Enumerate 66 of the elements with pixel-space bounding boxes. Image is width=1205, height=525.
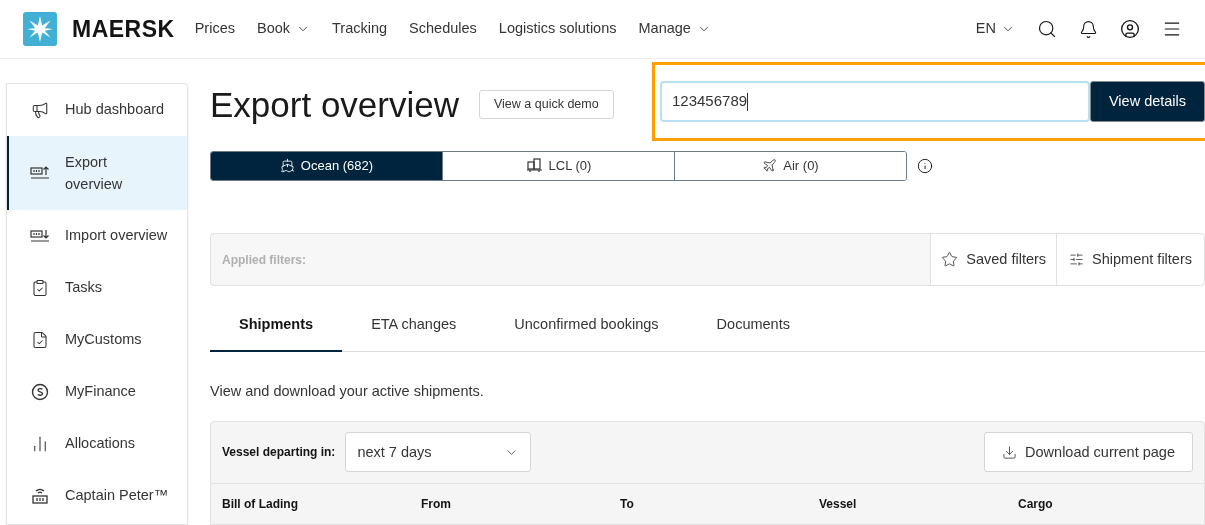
column-header: Bill of Lading <box>222 496 299 513</box>
view-details-button[interactable]: View details <box>1090 81 1205 122</box>
sidebar-item-label: Allocations <box>65 434 136 454</box>
column-header: Vessel <box>819 496 858 513</box>
sliders-icon <box>1069 252 1085 268</box>
content-tab[interactable]: Documents <box>687 300 819 353</box>
vessel-departing-label: Vessel departing in: <box>222 444 336 462</box>
dollar-coin-icon <box>31 383 49 401</box>
sidebar-item[interactable]: Tasks <box>7 262 187 314</box>
sidebar-item[interactable]: Export overview <box>7 136 187 210</box>
mode-tab[interactable]: Air (0) <box>674 151 906 180</box>
shipment-filters-button[interactable]: Shipment filters <box>1056 233 1204 286</box>
content-tab[interactable]: Unconfirmed bookings <box>485 300 688 353</box>
sidebar-item-label: Tasks <box>65 278 103 298</box>
download-icon <box>1002 445 1018 460</box>
sidebar-item-label: Hub dashboard <box>65 100 165 120</box>
clipboard-check-icon <box>31 279 49 297</box>
plane-icon <box>762 158 778 174</box>
saved-filters-button[interactable]: Saved filters <box>930 233 1057 286</box>
mode-tab[interactable]: Ocean (682) <box>211 151 442 180</box>
sidebar-item[interactable]: Allocations <box>7 418 187 470</box>
language-selector[interactable]: EN <box>975 18 1015 40</box>
column-header: From <box>421 496 452 513</box>
page-title: Export overview <box>210 83 459 126</box>
ship-icon <box>279 158 295 174</box>
column-header: Cargo <box>1018 496 1053 513</box>
nav-link[interactable]: Book <box>256 18 311 40</box>
bar-chart-icon <box>31 435 49 453</box>
nav-link[interactable]: Logistics solutions <box>498 18 617 40</box>
brand-name[interactable]: MAERSK <box>72 11 175 47</box>
download-button[interactable]: Download current page <box>984 432 1193 473</box>
column-header: To <box>620 496 635 513</box>
quick-demo-button[interactable]: View a quick demo <box>479 90 614 120</box>
search-icon[interactable] <box>1037 19 1057 39</box>
megaphone-icon <box>31 101 49 119</box>
container-up-arrow-icon <box>30 165 50 181</box>
sidebar-item-label: Import overview <box>65 226 168 246</box>
nav-link[interactable]: Tracking <box>332 18 388 40</box>
bell-icon[interactable] <box>1079 19 1098 39</box>
star-icon <box>941 251 959 269</box>
user-icon[interactable] <box>1120 19 1140 39</box>
info-icon[interactable] <box>917 157 933 174</box>
nav-link[interactable]: Schedules <box>409 18 477 40</box>
departure-dropdown[interactable]: next 7 days <box>345 432 532 473</box>
sidebar-item[interactable]: Import overview <box>7 210 187 262</box>
sidebar-item[interactable]: MyFinance <box>7 366 187 418</box>
content-tab[interactable]: ETA changes <box>342 300 486 353</box>
container-down-arrow-icon <box>30 228 50 244</box>
lookup-field[interactable]: 123456789 <box>660 81 1090 122</box>
sidebar-item-label: Export overview <box>65 153 124 194</box>
sidebar-item[interactable]: MyCustoms <box>7 314 187 366</box>
sidebar-item-label: MyCustoms <box>65 330 142 350</box>
content-tab[interactable]: Shipments <box>210 300 343 353</box>
applied-filters-label: Applied filters: <box>221 251 306 269</box>
sidebar-item-label: MyFinance <box>65 382 136 402</box>
lookup-field-value: 123456789 <box>672 91 748 112</box>
nav-link[interactable]: Prices <box>194 18 235 40</box>
crates-icon <box>525 158 543 174</box>
container-signal-icon <box>31 487 49 505</box>
description-text: View and download your active shipments. <box>210 382 485 402</box>
sidebar-item[interactable]: Captain Peter™ <box>7 470 187 522</box>
sidebar-item-label: Captain Peter™ <box>65 486 169 506</box>
document-check-icon <box>31 331 49 349</box>
nav-link[interactable]: Manage <box>638 18 711 40</box>
sidebar-item[interactable]: Hub dashboard <box>7 84 187 136</box>
star-logo-icon <box>23 12 57 46</box>
